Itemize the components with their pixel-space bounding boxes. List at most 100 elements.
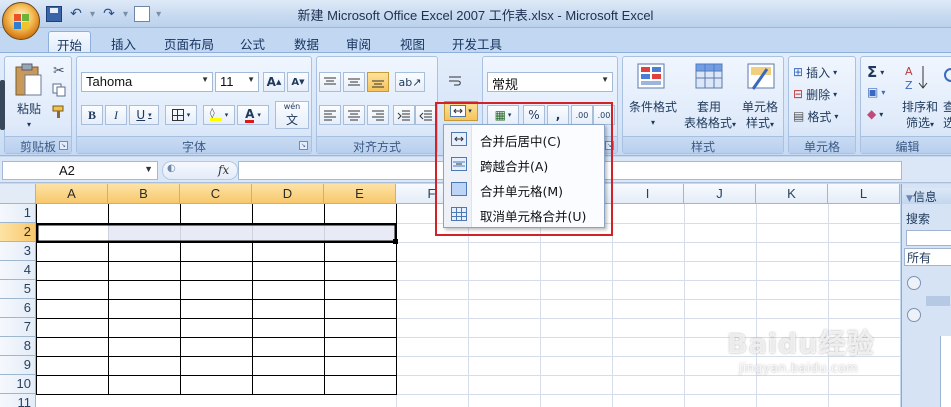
number-format-value: 常规 (492, 77, 519, 92)
orientation-button[interactable]: ab↗ (395, 72, 425, 92)
increase-indent-button[interactable] (415, 105, 437, 125)
delete-cells-icon: ⊟ (793, 87, 804, 101)
svg-text:A: A (905, 65, 913, 78)
paste-button[interactable]: 粘贴 (9, 101, 49, 117)
align-top-button[interactable] (319, 72, 341, 92)
cell-styles-button-line1[interactable]: 单元格 (735, 99, 785, 115)
group-cells: ⊞ 插入 ▾ ⊟ 删除 ▾ ▤ 格式 ▾ 单元格 (788, 56, 856, 154)
conditional-format-icon[interactable] (637, 63, 667, 93)
clear-button[interactable]: ◆ ▾ (867, 107, 883, 121)
dialog-launcher-icon[interactable]: ↘ (59, 141, 68, 150)
align-left-button[interactable] (319, 105, 341, 125)
insert-label: 插入 (806, 65, 831, 80)
name-box[interactable]: A2 ▼ (2, 161, 158, 180)
fill-down-icon: ▣ (867, 85, 879, 99)
align-right-button[interactable] (367, 105, 389, 125)
format-as-table-button-line1[interactable]: 套用 (679, 99, 739, 115)
phonetic-button[interactable]: wén 文 (275, 101, 309, 129)
delete-cells-button[interactable]: ⊟ 删除 ▾ (793, 85, 837, 103)
find-select-fragment-1[interactable]: 查 (943, 99, 951, 115)
dialog-launcher-icon[interactable]: ↘ (299, 141, 308, 150)
decrease-indent-icon (397, 110, 410, 121)
search-label: 搜索 (906, 212, 931, 226)
grow-font-button[interactable]: A ▲ (263, 72, 285, 92)
sort-filter-button-line1[interactable]: 排序和 (895, 99, 945, 115)
find-select-icon[interactable] (941, 63, 951, 93)
office-button[interactable] (2, 2, 40, 40)
copy-icon[interactable] (52, 83, 66, 97)
shrink-font-button[interactable]: A ▼ (287, 72, 309, 92)
grow-font-label: A (266, 75, 276, 89)
resize-handle-icon[interactable]: ◐ (167, 163, 176, 174)
orientation-icon: ab↗ (398, 75, 422, 89)
tab-review[interactable]: 审阅 (338, 31, 379, 52)
chevron-down-icon[interactable]: ▾ (9, 117, 49, 133)
format-as-table-icon[interactable] (695, 63, 725, 93)
window-title: 新建 Microsoft Office Excel 2007 工作表.xlsx … (297, 8, 654, 23)
align-bottom-icon (372, 80, 384, 88)
scope-select[interactable]: 所有 (904, 248, 951, 266)
tab-page-layout[interactable]: 页面布局 (156, 31, 222, 52)
bold-button[interactable]: B (81, 105, 103, 125)
insert-cells-button[interactable]: ⊞ 插入 ▾ (793, 63, 837, 81)
wrap-text-button[interactable] (444, 71, 466, 91)
borders-button[interactable]: ▾ (165, 105, 197, 125)
tab-data[interactable]: 数据 (286, 31, 327, 52)
group-label-font: 字体 (77, 136, 311, 154)
back-icon[interactable] (907, 276, 921, 290)
tab-insert[interactable]: 插入 (103, 31, 144, 52)
font-size-select[interactable]: 11 ▼ (215, 72, 259, 92)
chevron-down-icon: ▼ (247, 75, 255, 84)
group-styles: 条件格式 ▾ 套用 表格格式▾ 单元格 样式▾ 样式 (622, 56, 784, 154)
increase-indent-icon (419, 110, 432, 121)
italic-button[interactable]: I (105, 105, 127, 125)
autosum-button[interactable]: Σ ▾ (867, 63, 884, 81)
chevron-down-icon[interactable]: ▾ (625, 115, 681, 131)
font-name-select[interactable]: Tahoma ▼ (81, 72, 213, 92)
name-box-value: A2 (59, 163, 75, 178)
number-format-select[interactable]: 常规 ▼ (487, 72, 613, 92)
font-color-button[interactable]: A ▾ (237, 105, 269, 125)
eraser-icon: ◆ (867, 107, 877, 121)
group-font: Tahoma ▼ 11 ▼ A ▲ A ▼ B I U ▾ ▾ ◊ ▾ A ▾ wén 文 字体… (76, 56, 312, 154)
find-select-fragment-2[interactable]: 选 (943, 115, 951, 131)
fill-color-button[interactable]: ◊ ▾ (203, 105, 235, 125)
cell-styles-label: 样式 (745, 116, 770, 130)
search-input[interactable] (906, 230, 951, 246)
cell-styles-icon[interactable] (747, 63, 777, 93)
tab-home[interactable]: 开始 (48, 31, 92, 53)
conditional-format-button[interactable]: 条件格式 (625, 99, 681, 115)
paste-icon[interactable] (13, 63, 43, 97)
sort-filter-button-line2[interactable]: 筛选▾ (895, 115, 945, 133)
tab-formulas[interactable]: 公式 (232, 31, 273, 52)
decrease-indent-button[interactable] (393, 105, 415, 125)
chevron-down-icon: ▼ (601, 75, 609, 84)
format-painter-icon[interactable] (52, 105, 66, 119)
align-center-icon (348, 110, 360, 121)
fill-button[interactable]: ▣ ▾ (867, 85, 885, 99)
autosum-icon: Σ (867, 63, 878, 81)
format-cells-icon: ▤ (793, 109, 805, 123)
task-pane-title-text: 信息 (912, 190, 937, 204)
format-cells-button[interactable]: ▤ 格式 ▾ (793, 107, 838, 125)
highlight-annotation (435, 102, 613, 236)
align-middle-button[interactable] (343, 72, 365, 92)
format-as-table-button-line2[interactable]: 表格格式▾ (679, 115, 741, 133)
align-bottom-button[interactable] (367, 72, 389, 92)
ribbon-tabs: 开始 插入 页面布局 公式 数据 审阅 视图 开发工具 (0, 28, 951, 53)
results-list[interactable] (940, 336, 951, 407)
align-center-button[interactable] (343, 105, 365, 125)
cut-icon[interactable]: ✂ (53, 63, 65, 79)
font-size-value: 11 (220, 74, 234, 89)
underline-button[interactable]: U ▾ (129, 105, 159, 125)
tab-view[interactable]: 视图 (392, 31, 433, 52)
forward-icon[interactable] (907, 308, 921, 322)
cell-styles-button-line2[interactable]: 样式▾ (735, 115, 785, 133)
task-pane-title: ▼信息 (902, 188, 951, 204)
sort-filter-icon[interactable]: AZ (905, 63, 933, 93)
chevron-down-icon: ▾ (148, 111, 152, 119)
watermark: Baidu经验 jingyan.baidu.com (727, 322, 907, 382)
tab-developer[interactable]: 开发工具 (444, 31, 510, 52)
format-label: 格式 (807, 109, 832, 124)
insert-function-button[interactable]: fx (218, 163, 229, 177)
